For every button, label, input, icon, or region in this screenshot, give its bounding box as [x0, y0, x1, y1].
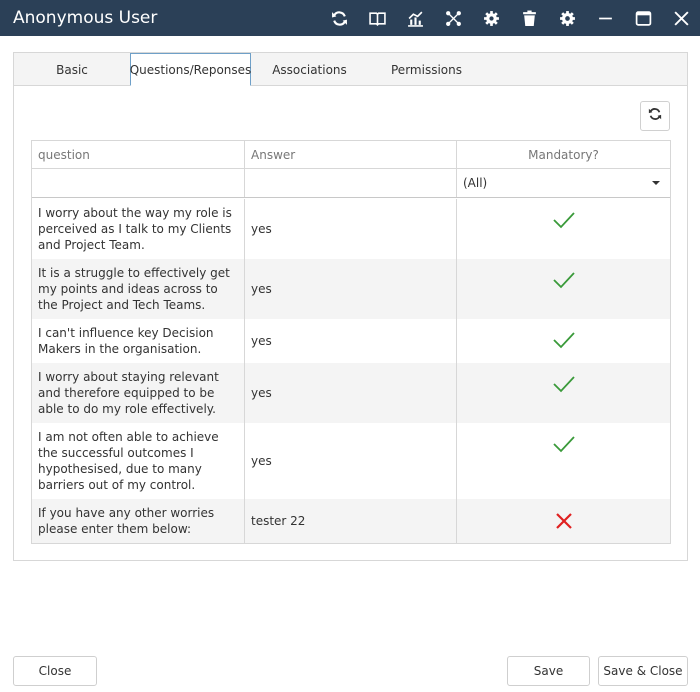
table-row[interactable]: I can't influence key Decision Makers in… — [32, 319, 670, 363]
question-cell: If you have any other worries please ent… — [32, 499, 245, 543]
mandatory-filter-select[interactable]: (All) — [457, 169, 670, 197]
answer-cell: yes — [245, 423, 457, 499]
answer-cell: yes — [245, 259, 457, 319]
column-header-mandatory[interactable]: Mandatory? — [457, 141, 670, 168]
settings-cog-icon[interactable] — [472, 0, 510, 36]
grid-header-row: question Answer Mandatory? — [32, 141, 670, 169]
book-icon[interactable] — [358, 0, 396, 36]
refresh-icon[interactable] — [320, 0, 358, 36]
network-icon[interactable] — [434, 0, 472, 36]
mandatory-cell — [457, 259, 670, 319]
answer-filter-input[interactable] — [245, 169, 457, 197]
answer-cell: tester 22 — [245, 499, 457, 543]
chart-icon[interactable] — [396, 0, 434, 36]
mandatory-cell — [457, 499, 670, 543]
grid-filter-row: (All) — [32, 169, 670, 198]
tab-associations[interactable]: Associations — [251, 53, 368, 86]
question-cell: I can't influence key Decision Makers in… — [32, 319, 245, 363]
mandatory-filter-value: (All) — [463, 176, 488, 190]
questions-grid: question Answer Mandatory? (All) I worry… — [31, 140, 671, 544]
mandatory-cell — [457, 319, 670, 363]
mandatory-cell — [457, 363, 670, 423]
save-button[interactable]: Save — [507, 656, 590, 686]
window-titlebar: Anonymous User — [0, 0, 700, 36]
question-cell: I worry about the way my role is perceiv… — [32, 199, 245, 259]
question-cell: It is a struggle to effectively get my p… — [32, 259, 245, 319]
chevron-down-icon — [652, 181, 660, 185]
mandatory-cell — [457, 199, 670, 259]
refresh-icon — [648, 107, 662, 126]
minimize-icon[interactable] — [586, 0, 624, 36]
gear-icon[interactable] — [548, 0, 586, 36]
table-row[interactable]: I worry about the way my role is perceiv… — [32, 199, 670, 259]
question-cell: I worry about staying relevant and there… — [32, 363, 245, 423]
trash-icon[interactable] — [510, 0, 548, 36]
tab-bar: Basic Questions/Reponses Associations Pe… — [14, 53, 687, 86]
table-row[interactable]: If you have any other worries please ent… — [32, 499, 670, 543]
cross-icon — [555, 512, 573, 530]
tab-basic[interactable]: Basic — [14, 53, 130, 86]
mandatory-cell — [457, 423, 670, 499]
answer-cell: yes — [245, 199, 457, 259]
table-row[interactable]: I worry about staying relevant and there… — [32, 363, 670, 423]
column-header-answer[interactable]: Answer — [245, 141, 457, 168]
answer-cell: yes — [245, 319, 457, 363]
close-icon[interactable] — [662, 0, 700, 36]
table-row[interactable]: I am not often able to achieve the succe… — [32, 423, 670, 499]
maximize-icon[interactable] — [624, 0, 662, 36]
check-icon — [552, 374, 576, 394]
close-button[interactable]: Close — [13, 656, 97, 686]
table-row[interactable]: It is a struggle to effectively get my p… — [32, 259, 670, 319]
save-close-button[interactable]: Save & Close — [598, 656, 688, 686]
question-cell: I am not often able to achieve the succe… — [32, 423, 245, 499]
question-filter-input[interactable] — [32, 169, 245, 197]
answer-cell: yes — [245, 363, 457, 423]
check-icon — [552, 330, 576, 350]
grid-refresh-button[interactable] — [640, 101, 670, 131]
column-header-question[interactable]: question — [32, 141, 245, 168]
check-icon — [552, 434, 576, 454]
check-icon — [552, 270, 576, 290]
window-title: Anonymous User — [13, 8, 158, 28]
main-panel: Basic Questions/Reponses Associations Pe… — [13, 52, 688, 561]
tab-permissions[interactable]: Permissions — [368, 53, 485, 86]
check-icon — [552, 210, 576, 230]
tab-questions-reponses[interactable]: Questions/Reponses — [130, 53, 251, 86]
